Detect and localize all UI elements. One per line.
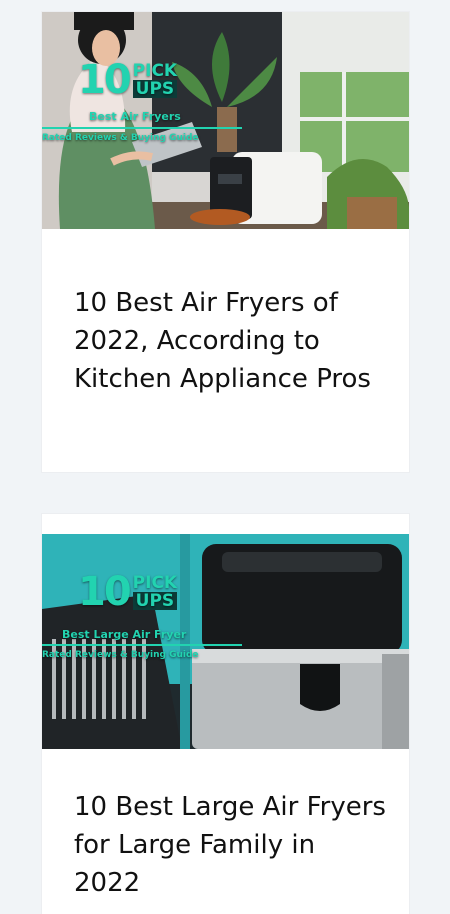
logo-wordmark: PICK UPS xyxy=(132,573,178,610)
article-thumbnail[interactable]: 10 PICK UPS Best Large Air Fryer Rated R… xyxy=(42,534,409,749)
thumbnail-tagline: Best Large Air Fryer xyxy=(62,628,187,641)
article-title[interactable]: 10 Best Large Air Fryers for Large Famil… xyxy=(74,788,389,902)
article-thumbnail[interactable]: 10 PICK UPS Best Air Fryers Rated Review… xyxy=(42,12,409,229)
thumbnail-subtagline: Rated Reviews & Buying Guide xyxy=(42,650,199,660)
logo-number: 10 xyxy=(78,569,132,615)
logo-word-top: PICK xyxy=(132,61,178,81)
thumbnail-tagline: Best Air Fryers xyxy=(89,110,181,123)
article-title[interactable]: 10 Best Air Fryers of 2022, According to… xyxy=(74,284,389,398)
article-card[interactable]: 10 PICK UPS Best Large Air Fryer Rated R… xyxy=(42,514,409,914)
article-card[interactable]: 10 PICK UPS Best Air Fryers Rated Review… xyxy=(42,12,409,472)
brand-logo: 10 PICK UPS xyxy=(78,57,178,103)
thumbnail-subtagline: Rated Reviews & Buying Guide xyxy=(42,133,199,143)
brand-logo: 10 PICK UPS xyxy=(78,569,178,615)
logo-number: 10 xyxy=(78,57,132,103)
tagline-divider xyxy=(42,127,242,129)
logo-word-top: PICK xyxy=(132,573,178,593)
logo-wordmark: PICK UPS xyxy=(132,61,178,98)
logo-word-bottom: UPS xyxy=(132,80,178,98)
air-fryer-photo-image xyxy=(42,534,409,749)
logo-word-bottom: UPS xyxy=(132,592,178,610)
tagline-divider xyxy=(42,644,242,646)
